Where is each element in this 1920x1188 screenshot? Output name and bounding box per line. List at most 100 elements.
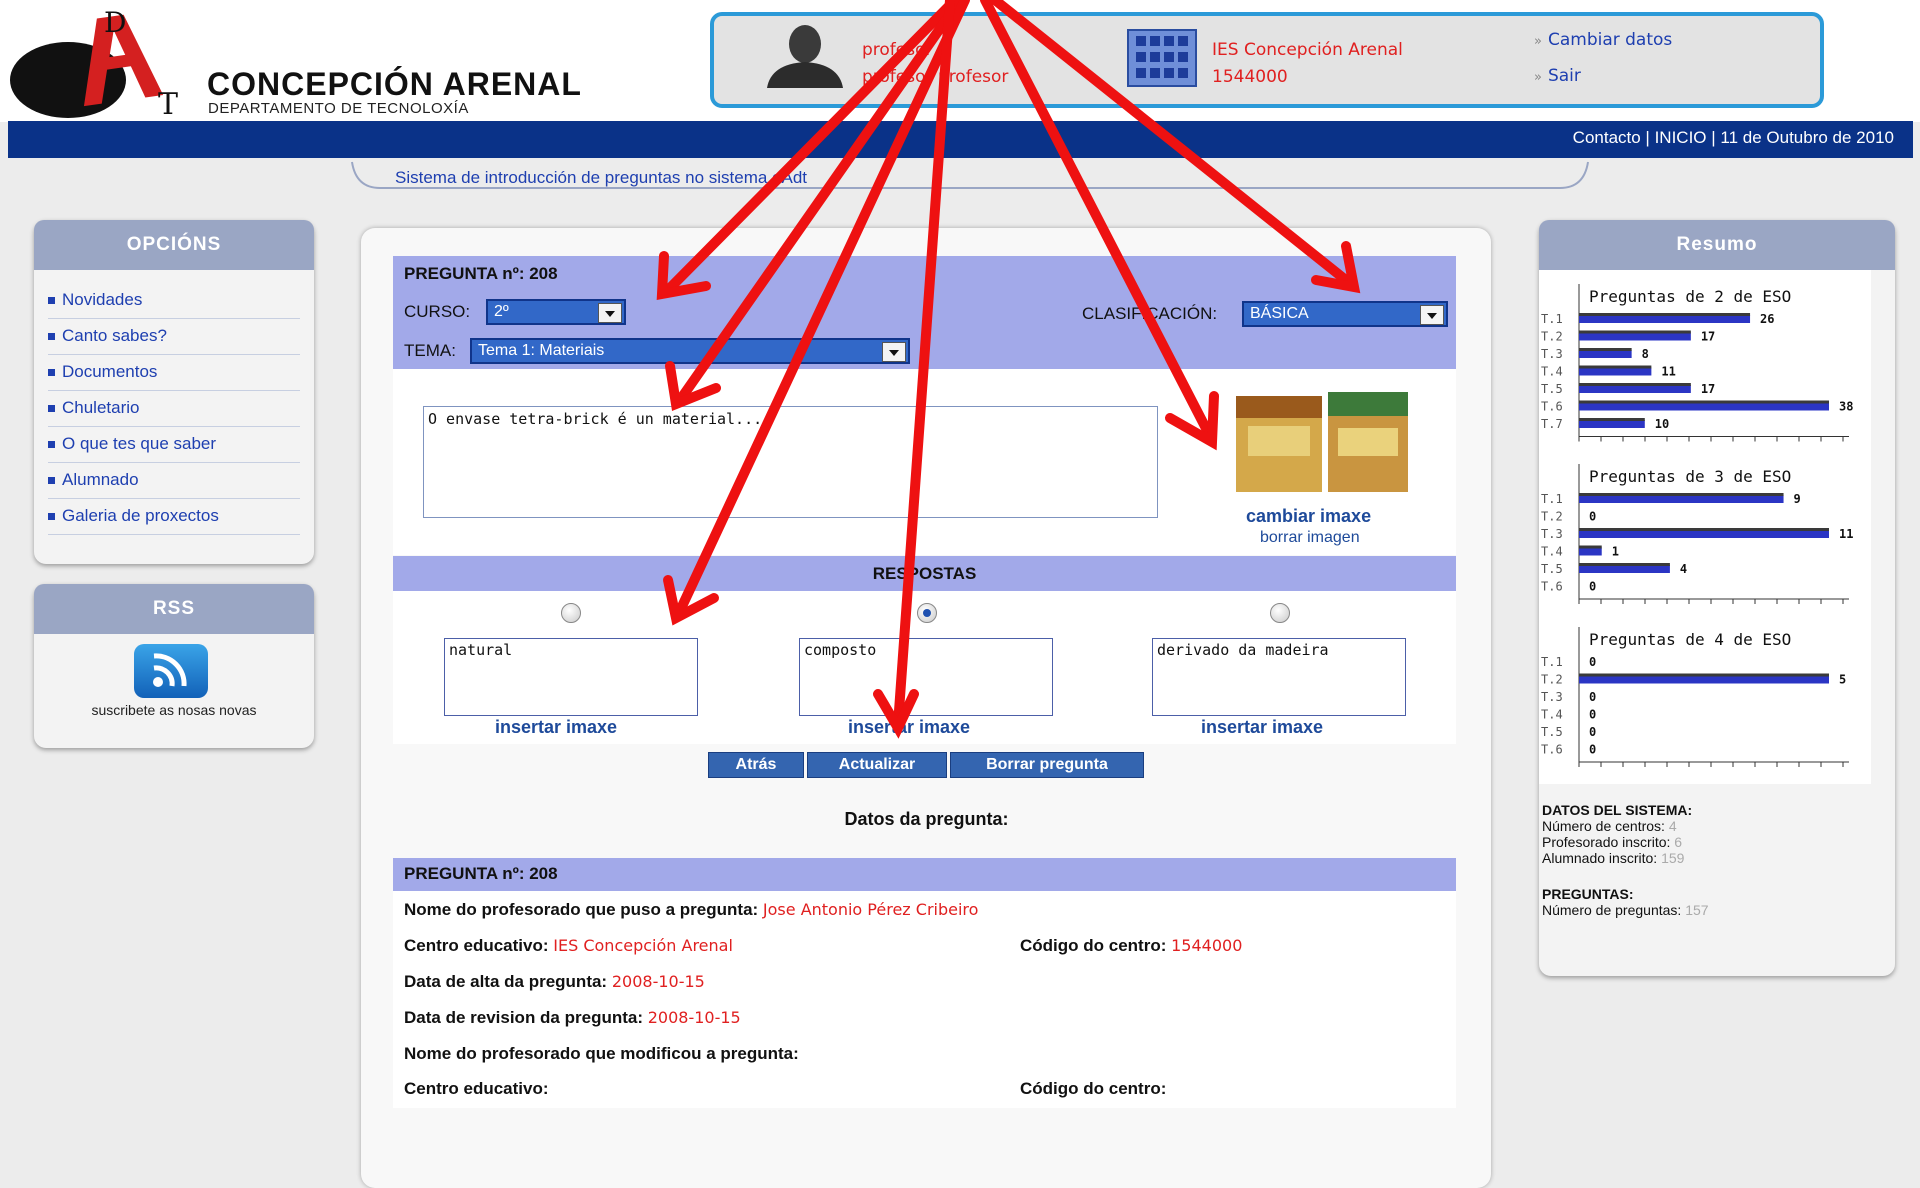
menu-item-label: Canto sabes? <box>62 326 167 345</box>
system-data: DATOS DEL SISTEMA: Número de centros: 4 … <box>1542 802 1709 918</box>
insert-image-link-2[interactable]: insertar imaxe <box>848 717 970 738</box>
center-value: IES Concepción Arenal <box>553 936 733 955</box>
chart-bar <box>1579 367 1652 376</box>
info-modifier-row: Nome do profesorado que modificou a preg… <box>404 1044 799 1064</box>
chart-bar-shadow <box>1579 673 1829 677</box>
chart-value-label: 0 <box>1589 725 1596 739</box>
menu-item-galeria[interactable]: Galeria de proxectos <box>48 498 300 535</box>
chart-bar <box>1579 350 1632 358</box>
menu-item-label: Alumnado <box>62 470 139 489</box>
chart-bar-shadow <box>1579 528 1829 531</box>
tema-select[interactable]: Tema 1: Materiais <box>470 338 910 364</box>
chart-bar-shadow <box>1579 493 1784 496</box>
user-name: profesor <box>862 40 933 60</box>
chart-category-label: T.2 <box>1541 673 1563 687</box>
square-bullet-icon <box>48 513 55 521</box>
insert-image-link-3[interactable]: insertar imaxe <box>1201 717 1323 738</box>
answer-field-2[interactable]: composto <box>799 638 1053 716</box>
chart-category-label: T.5 <box>1541 382 1563 396</box>
author-value: Jose Antonio Pérez Cribeiro <box>762 900 979 919</box>
info-revised-row: Data de revision da pregunta: 2008-10-15 <box>404 1008 741 1028</box>
square-bullet-icon <box>48 477 55 485</box>
back-button[interactable]: Atrás <box>708 752 804 778</box>
sys-title: DATOS DEL SISTEMA: <box>1542 802 1693 818</box>
answer-field-3[interactable]: derivado da madeira <box>1152 638 1406 716</box>
menu-item-que-saber[interactable]: O que tes que saber <box>48 426 300 463</box>
answer-radio-2[interactable] <box>917 603 937 623</box>
rss-feed-icon[interactable] <box>134 644 208 698</box>
insert-image-link-1[interactable]: insertar imaxe <box>495 717 617 738</box>
menu-item-alumnado[interactable]: Alumnado <box>48 462 300 499</box>
chart-bar-shadow <box>1579 400 1829 404</box>
square-bullet-icon <box>48 333 55 341</box>
building-icon <box>1127 29 1197 87</box>
chevron-down-icon <box>1420 305 1444 325</box>
chart-bar <box>1579 495 1784 503</box>
chart-bar-shadow <box>1579 365 1652 369</box>
menu-item-novidades[interactable]: Novidades <box>48 282 300 319</box>
center-code: 1544000 <box>1212 67 1288 87</box>
change-data-link[interactable]: » Cambiar datos <box>1534 30 1672 50</box>
question-number: PREGUNTA nº: 208 <box>404 264 558 283</box>
chart-value-label: 17 <box>1701 382 1715 396</box>
user-silhouette-icon <box>767 25 843 88</box>
chart-value-label: 8 <box>1642 347 1649 361</box>
logo-letter-t: T <box>158 87 178 118</box>
options-title: OPCIÓNS <box>34 220 314 270</box>
logout-link[interactable]: » Sair <box>1534 66 1581 86</box>
chart-bar <box>1579 402 1829 411</box>
author-label: Nome do profesorado que puso a pregunta: <box>404 900 759 919</box>
chart-category-label: T.4 <box>1541 708 1563 722</box>
change-data-label: Cambiar datos <box>1547 30 1673 50</box>
change-image-link[interactable]: cambiar imaxe <box>1246 506 1371 527</box>
chart-title: Preguntas de 4 de ESO <box>1589 630 1791 649</box>
clasificacion-label: CLASIFICACIÓN: <box>1082 304 1218 323</box>
square-bullet-icon <box>48 297 55 305</box>
chart-bar-shadow <box>1579 330 1691 334</box>
chart-title: Preguntas de 2 de ESO <box>1589 287 1791 306</box>
brand-subtitle: DEPARTAMENTO DE TECNOLOXÍA <box>208 100 469 117</box>
chart-bar-shadow <box>1579 563 1670 566</box>
info-center2-row: Centro educativo: <box>404 1079 549 1099</box>
update-button[interactable]: Actualizar <box>807 752 947 778</box>
chart-category-label: T.4 <box>1541 545 1563 559</box>
clasificacion-select[interactable]: BÁSICA <box>1242 301 1448 327</box>
logo-letter-d: D <box>104 6 126 39</box>
curso-label: CURSO: <box>404 302 471 321</box>
curso-select[interactable]: 2º <box>486 299 626 325</box>
centros-row: Número de centros: 4 <box>1542 818 1677 834</box>
delete-image-link[interactable]: borrar imagen <box>1260 529 1360 547</box>
chart-value-label: 0 <box>1589 708 1596 722</box>
info-question-number: PREGUNTA nº: 208 <box>404 864 558 883</box>
chart-category-label: T.3 <box>1541 527 1563 541</box>
answer-radio-3[interactable] <box>1270 603 1290 623</box>
center2-label: Centro educativo: <box>404 1079 549 1098</box>
chart-bar-shadow <box>1579 418 1645 421</box>
chart-bar-shadow <box>1579 348 1632 351</box>
chevron-icon: » <box>1534 70 1542 85</box>
answer-radio-1[interactable] <box>561 603 581 623</box>
alum-row: Alumnado inscrito: 159 <box>1542 850 1685 866</box>
menu-item-chuletario[interactable]: Chuletario <box>48 390 300 427</box>
question-text-area[interactable]: O envase tetra-brick é un material... <box>423 406 1158 518</box>
delete-question-button[interactable]: Borrar pregunta <box>950 752 1144 778</box>
curso-value: 2º <box>494 303 509 320</box>
info-author-row: Nome do profesorado que puso a pregunta:… <box>404 900 978 920</box>
square-bullet-icon <box>48 369 55 377</box>
navbar-links[interactable]: Contacto | INICIO | 11 de Outubro de 201… <box>1573 128 1894 148</box>
menu-item-label: Chuletario <box>62 398 140 417</box>
square-bullet-icon <box>48 405 55 413</box>
chart-value-label: 1 <box>1612 545 1619 559</box>
rss-subscribe-text[interactable]: suscribete as nosas novas <box>34 702 314 718</box>
department-logo: D A T <box>10 6 178 118</box>
answer-field-1[interactable]: natural <box>444 638 698 716</box>
info-created-row: Data de alta da pregunta: 2008-10-15 <box>404 972 705 992</box>
menu-item-label: O que tes que saber <box>62 434 217 453</box>
code2-label: Código do centro: <box>1020 1079 1167 1098</box>
chart-category-label: T.3 <box>1541 690 1563 704</box>
menu-item-documentos[interactable]: Documentos <box>48 354 300 391</box>
menu-item-canto-sabes[interactable]: Canto sabes? <box>48 318 300 355</box>
tema-label: TEMA: <box>404 341 456 360</box>
chart-bar <box>1579 565 1670 573</box>
chart-value-label: 11 <box>1661 365 1675 379</box>
